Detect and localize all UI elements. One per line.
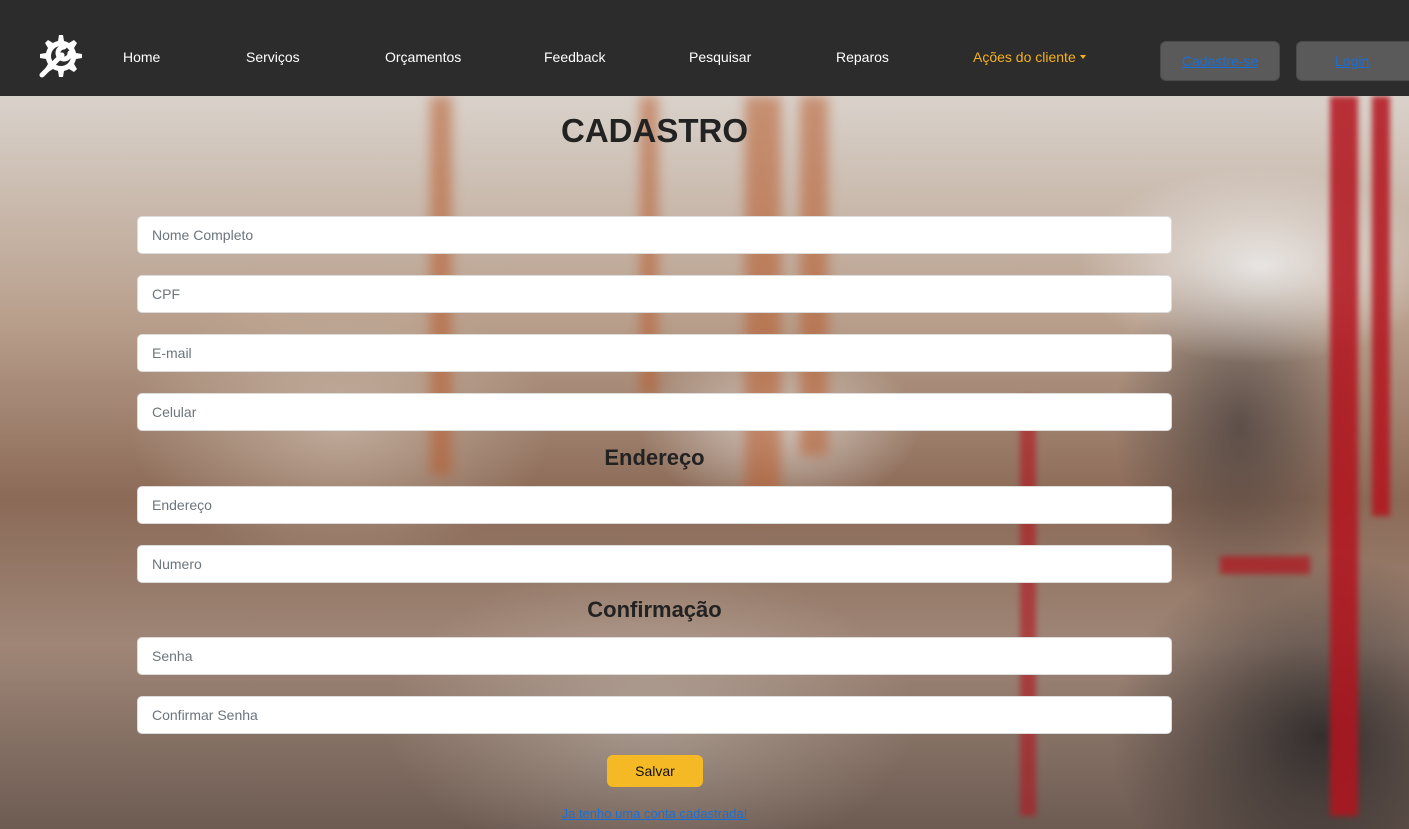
phone-field[interactable] (137, 393, 1172, 431)
gear-wrench-icon[interactable] (34, 31, 84, 81)
nav-acoes-cliente-dropdown[interactable]: Ações do cliente (973, 49, 1086, 65)
nav-home[interactable]: Home (123, 49, 160, 65)
save-button[interactable]: Salvar (607, 755, 703, 787)
address-field[interactable] (137, 486, 1172, 524)
number-field[interactable] (137, 545, 1172, 583)
navbar: Home Serviços Orçamentos Feedback Pesqui… (0, 0, 1409, 96)
chevron-down-icon (1079, 55, 1086, 59)
confirm-section-title: Confirmação (587, 597, 722, 622)
dropdown-label: Ações do cliente (973, 49, 1076, 65)
nav-feedback[interactable]: Feedback (544, 49, 605, 65)
existing-account-link[interactable]: Ja tenho uma conta cadastrada! (0, 806, 1309, 821)
nav-servicos[interactable]: Serviços (246, 49, 300, 65)
login-button[interactable]: Login (1296, 41, 1409, 81)
email-field[interactable] (137, 334, 1172, 372)
cpf-field[interactable] (137, 275, 1172, 313)
password-field[interactable] (137, 637, 1172, 675)
page-title: CADASTRO (561, 112, 748, 149)
address-section-title: Endereço (604, 445, 705, 470)
confirm-password-field[interactable] (137, 696, 1172, 734)
nav-pesquisar[interactable]: Pesquisar (689, 49, 751, 65)
full-name-field[interactable] (137, 216, 1172, 254)
signup-button[interactable]: Cadastre-se (1160, 41, 1280, 81)
nav-orcamentos[interactable]: Orçamentos (385, 49, 461, 65)
nav-reparos[interactable]: Reparos (836, 49, 889, 65)
